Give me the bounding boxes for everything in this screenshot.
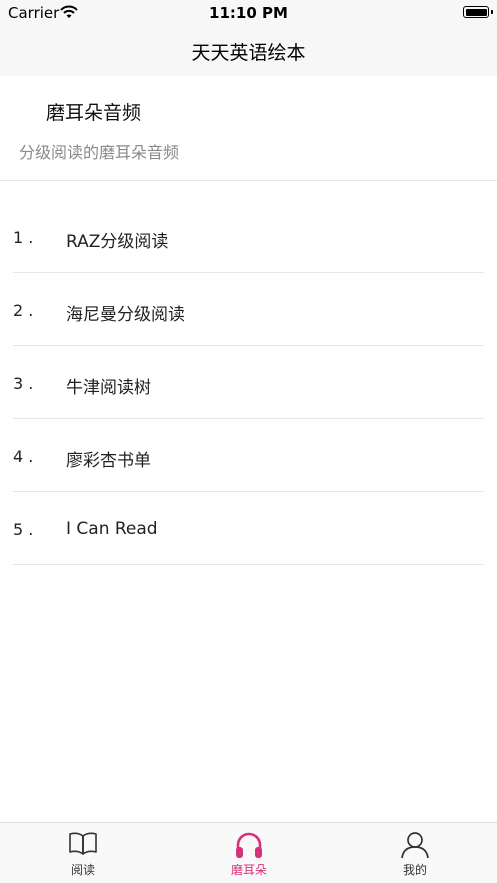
- item-divider: [13, 564, 484, 565]
- item-title: 牛津阅读树: [66, 378, 151, 398]
- tab-profile[interactable]: 我的: [332, 823, 497, 883]
- section-divider: [0, 180, 497, 181]
- book-icon: [0, 831, 166, 859]
- headphones-icon: [166, 831, 332, 859]
- list-item-oxford-reading-tree[interactable]: 3 . 牛津阅读树: [0, 346, 497, 419]
- status-bar: Carrier 11:10 PM: [0, 0, 497, 26]
- section-title: 磨耳朵音频: [46, 102, 142, 124]
- battery-tip: [491, 10, 493, 14]
- playlist-list: 1 . RAZ分级阅读 2 . 海尼曼分级阅读 3 . 牛津阅读树 4 . 廖彩…: [0, 200, 497, 565]
- item-title: 廖彩杏书单: [66, 451, 151, 471]
- tab-label: 阅读: [70, 863, 95, 877]
- section-subtitle: 分级阅读的磨耳朵音频: [19, 143, 180, 162]
- battery-icon: [463, 6, 489, 18]
- item-title: I Can Read: [66, 519, 158, 539]
- tab-read[interactable]: 阅读: [0, 823, 166, 883]
- list-item-liao-booklist[interactable]: 4 . 廖彩杏书单: [0, 419, 497, 492]
- navigation-bar: 天天英语绘本: [0, 26, 497, 76]
- item-index: 4 .: [13, 447, 34, 466]
- tab-label: 我的: [402, 863, 427, 877]
- list-item-raz[interactable]: 1 . RAZ分级阅读: [0, 200, 497, 273]
- list-item-i-can-read[interactable]: 5 . I Can Read: [0, 492, 497, 565]
- page-title: 天天英语绘本: [191, 42, 306, 64]
- tab-label: 磨耳朵: [230, 863, 267, 877]
- person-icon: [332, 831, 497, 859]
- item-index: 2 .: [13, 301, 34, 320]
- item-index: 5 .: [13, 520, 34, 539]
- item-index: 3 .: [13, 374, 34, 393]
- tab-listen[interactable]: 磨耳朵: [166, 823, 332, 883]
- item-title: RAZ分级阅读: [66, 232, 169, 252]
- item-title: 海尼曼分级阅读: [66, 305, 185, 325]
- status-time: 11:10 PM: [209, 4, 288, 22]
- item-index: 1 .: [13, 228, 34, 247]
- list-item-heinemann[interactable]: 2 . 海尼曼分级阅读: [0, 273, 497, 346]
- tab-bar: 阅读 磨耳朵 我的: [0, 822, 497, 883]
